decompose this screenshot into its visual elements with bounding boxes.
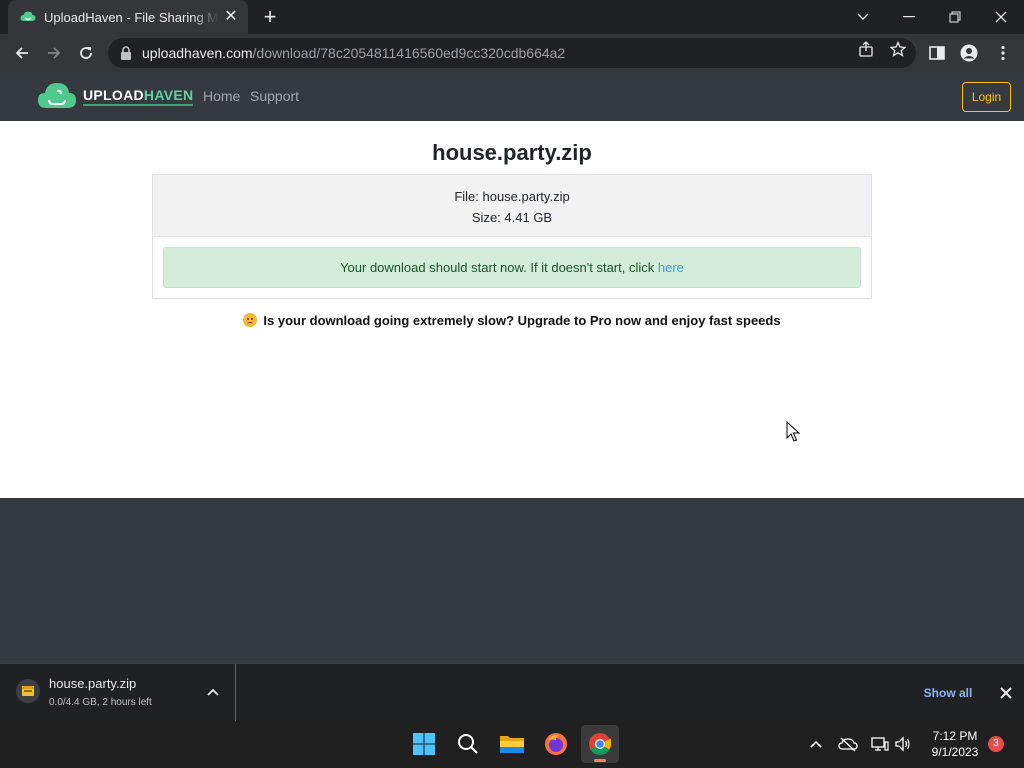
tray-overflow-chevron-icon[interactable] [806,734,826,754]
chrome-button[interactable] [581,725,619,763]
reload-button[interactable] [72,39,100,67]
tab-search-icon[interactable] [840,0,886,34]
nav-home-link[interactable]: Home [203,88,240,104]
taskbar-search-button[interactable] [449,725,487,763]
file-explorer-button[interactable] [493,725,531,763]
windows-taskbar: 7:12 PM 9/1/2023 3 [0,721,1024,768]
chevron-up-icon[interactable] [204,684,222,702]
show-all-button[interactable]: Show all [913,681,983,705]
zip-file-icon [16,679,40,703]
download-shelf: house.party.zip 0.0/4.4 GB, 2 hours left… [0,663,1024,721]
search-icon [458,734,478,754]
uploadhaven-logo[interactable]: UPLOADHAVEN [37,80,194,112]
file-size-line: Size: 4.41 GB [471,210,553,225]
url-text: uploadhaven.com/download/78c205481141656… [142,45,565,61]
profile-avatar-icon[interactable] [960,44,978,62]
folder-icon [500,736,524,753]
cloud-logo-icon [38,83,76,108]
tab-close-icon[interactable]: ✕ [222,8,240,26]
login-button[interactable]: Login [962,82,1011,112]
site-footer-area [0,498,1024,663]
alert-text: Your download should start now. If it do… [340,260,658,275]
new-tab-button[interactable]: + [258,5,282,29]
download-status: 0.0/4.4 GB, 2 hours left [49,697,152,708]
side-panel-icon[interactable] [928,44,946,62]
close-shelf-icon[interactable] [996,683,1016,703]
nav-support-link[interactable]: Support [250,88,299,104]
manual-download-link[interactable]: here [658,260,684,275]
download-file-name: house.party.zip [49,676,137,691]
download-item[interactable]: house.party.zip 0.0/4.4 GB, 2 hours left [0,664,236,721]
chrome-icon [589,733,611,755]
restore-button[interactable] [932,0,978,34]
network-icon[interactable] [870,734,890,754]
worried-face-emoji-icon [243,313,258,327]
browser-menu-icon[interactable] [994,44,1012,62]
logo-haven-text: HAVEN [143,86,194,103]
tab-strip: UploadHaven - File Sharing Made Easy ✕ + [0,0,1024,34]
onedrive-offline-icon[interactable] [838,734,858,754]
notification-badge[interactable]: 3 [988,736,1004,752]
upgrade-pro-message[interactable]: Is your download going extremely slow? U… [0,313,1024,328]
minimize-button[interactable] [886,0,932,34]
upgrade-pro-text: Is your download going extremely slow? U… [263,313,781,328]
address-bar[interactable]: uploadhaven.com/download/78c205481141656… [108,38,916,68]
file-name-line: File: house.party.zip [454,189,570,204]
file-info-card: File: house.party.zip Size: 4.41 GB Your… [152,174,872,299]
back-button[interactable] [8,39,36,67]
logo-upload-text: UPLOAD [83,86,144,103]
active-app-indicator [594,759,606,762]
windows-logo-icon [413,733,435,755]
bookmark-star-icon[interactable] [890,41,906,57]
forward-button[interactable] [40,39,68,67]
tab-title: UploadHaven - File Sharing Made Easy [44,9,218,25]
lock-icon[interactable] [120,46,132,60]
download-alert: Your download should start now. If it do… [163,247,861,288]
firefox-button[interactable] [537,725,575,763]
file-title-heading: house.party.zip [432,140,592,165]
logo-text: UPLOADHAVEN [83,86,194,106]
url-host: uploadhaven.com [142,45,253,61]
system-clock[interactable]: 7:12 PM 9/1/2023 [920,728,990,760]
close-window-button[interactable] [978,0,1024,34]
firefox-icon [545,733,567,755]
volume-icon[interactable] [893,734,913,754]
uploadhaven-favicon-icon [20,11,36,21]
clock-time: 7:12 PM [932,729,978,743]
start-button[interactable] [405,725,443,763]
browser-toolbar: uploadhaven.com/download/78c205481141656… [0,34,1024,72]
url-path: /download/78c2054811416560ed9cc320cdb664… [252,45,566,61]
mouse-cursor-icon [786,421,800,442]
site-navbar: UPLOADHAVEN Home Support [0,72,1024,121]
browser-tab[interactable]: UploadHaven - File Sharing Made Easy ✕ [8,0,248,34]
share-icon[interactable] [858,41,874,57]
file-info-header: File: house.party.zip Size: 4.41 GB [153,175,871,237]
clock-date: 9/1/2023 [931,745,979,759]
